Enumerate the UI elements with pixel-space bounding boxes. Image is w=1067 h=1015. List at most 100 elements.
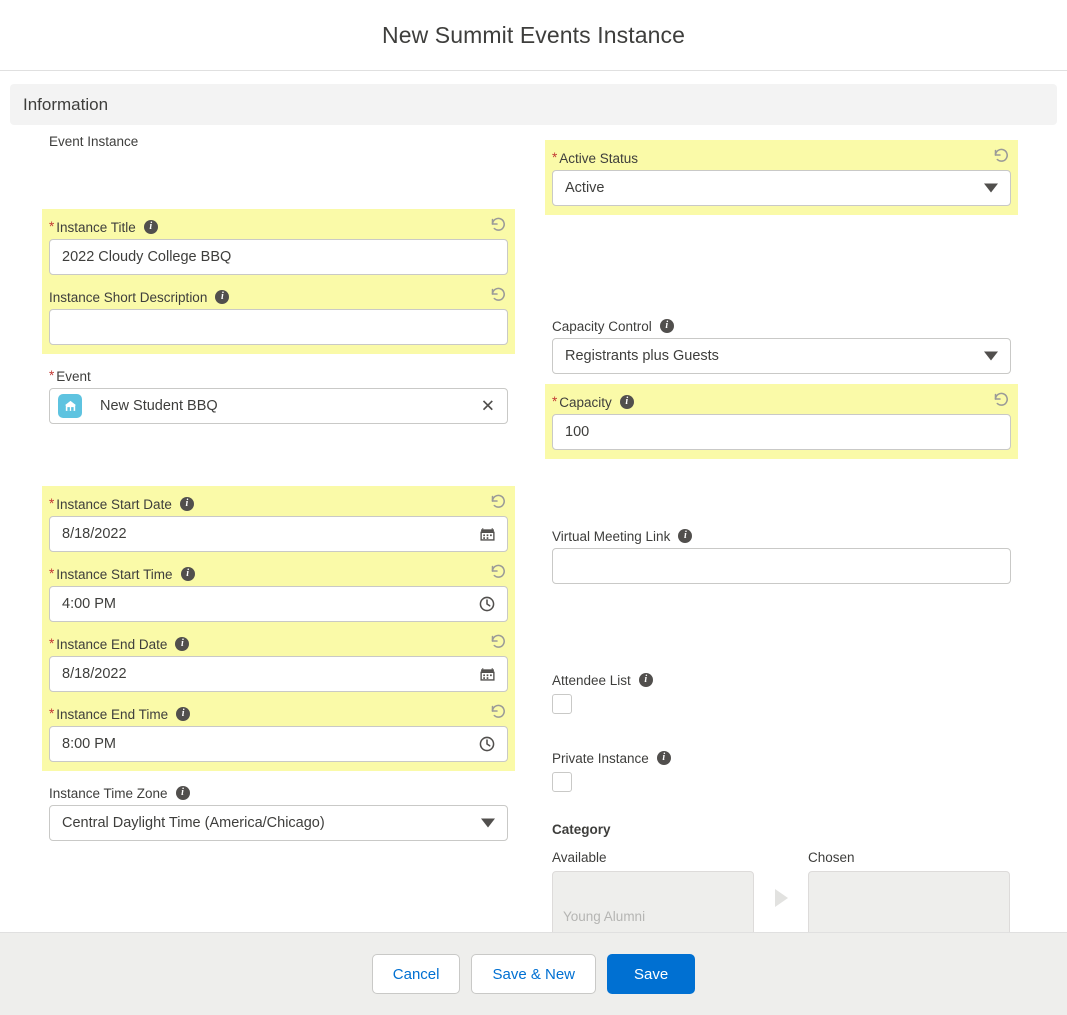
required-indicator: * (49, 566, 55, 582)
field-label: Capacity Control (552, 318, 652, 334)
info-icon[interactable]: i (175, 786, 190, 800)
field-label-row: * Event (49, 364, 508, 388)
clock-icon[interactable] (478, 595, 496, 613)
field-label: Event (56, 368, 91, 384)
info-icon[interactable]: i (656, 751, 671, 765)
field-label: Instance Start Time (56, 566, 173, 582)
field-label-row: Virtual Meeting Link i (552, 524, 1011, 548)
instance-start-time-value: 4:00 PM (62, 596, 116, 612)
private-instance-checkbox[interactable] (552, 772, 572, 792)
modal-footer: Cancel Save & New Save (0, 932, 1067, 1015)
close-icon[interactable]: ✕ (481, 398, 495, 415)
undo-icon[interactable] (488, 562, 506, 582)
field-label: Instance Start Date (56, 496, 172, 512)
info-icon[interactable]: i (215, 290, 230, 304)
capacity-control-select[interactable]: Registrants plus Guests (552, 338, 1011, 374)
field-label-row: Capacity Control i (552, 314, 1011, 338)
field-label-row: Attendee List i (552, 668, 1011, 692)
field-instance-end-time: * Instance End Time i 8:00 PM (42, 692, 515, 771)
field-label: Private Instance (552, 750, 649, 766)
capacity-input[interactable]: 100 (552, 414, 1011, 450)
undo-icon[interactable] (488, 215, 506, 235)
instance-start-date-input[interactable]: 8/18/2022 (49, 516, 508, 552)
event-lookup-input[interactable]: New Student BBQ ✕ (49, 388, 508, 424)
capacity-value: 100 (565, 424, 590, 440)
field-instance-title: * Instance Title i 2022 Cloudy College B… (42, 209, 515, 275)
virtual-meeting-link-input[interactable] (552, 548, 1011, 584)
calendar-icon[interactable] (479, 526, 496, 543)
section-header-information[interactable]: Information (10, 84, 1057, 125)
field-label-row: Instance Short Description i (49, 285, 508, 309)
required-indicator: * (49, 496, 55, 512)
instance-start-date-value: 8/18/2022 (62, 526, 127, 542)
instance-end-time-input[interactable]: 8:00 PM (49, 726, 508, 762)
highlight-group-dates-times: * Instance Start Date i 8/18/2022 * Inst… (42, 486, 515, 771)
info-icon[interactable]: i (619, 395, 634, 409)
info-icon[interactable]: i (180, 567, 195, 581)
required-indicator: * (49, 219, 55, 235)
field-instance-end-date: * Instance End Date i 8/18/2022 (42, 622, 515, 692)
required-indicator: * (49, 706, 55, 722)
instance-short-description-input[interactable] (49, 309, 508, 345)
arrow-right-icon[interactable] (774, 889, 788, 907)
undo-icon[interactable] (488, 632, 506, 652)
event-tent-icon (58, 394, 82, 418)
attendee-list-checkbox[interactable] (552, 694, 572, 714)
info-icon[interactable]: i (638, 673, 653, 687)
info-icon[interactable]: i (176, 707, 191, 721)
undo-icon[interactable] (991, 146, 1009, 166)
field-label: Instance Title (56, 219, 136, 235)
info-icon[interactable]: i (659, 319, 674, 333)
list-item[interactable]: Young Alumni (553, 906, 753, 927)
active-status-select[interactable]: Active (552, 170, 1011, 206)
info-icon[interactable]: i (143, 220, 158, 234)
available-label: Available (552, 850, 607, 865)
save-button[interactable]: Save (607, 954, 696, 994)
field-label-row: Private Instance i (552, 746, 1011, 770)
undo-icon[interactable] (991, 390, 1009, 410)
instance-time-zone-select[interactable]: Central Daylight Time (America/Chicago) (49, 805, 508, 841)
instance-time-zone-value: Central Daylight Time (America/Chicago) (62, 815, 325, 831)
clock-icon[interactable] (478, 735, 496, 753)
field-active-status: * Active Status Active (545, 140, 1018, 215)
field-label-row: * Instance Start Date i (49, 492, 508, 516)
field-virtual-meeting-link: Virtual Meeting Link i (545, 524, 1018, 584)
highlight-group-title-description: * Instance Title i 2022 Cloudy College B… (42, 209, 515, 354)
info-icon[interactable]: i (179, 497, 194, 511)
field-capacity: * Capacity i 100 (545, 384, 1018, 459)
field-label: Instance Time Zone (49, 785, 168, 801)
instance-title-value: 2022 Cloudy College BBQ (62, 249, 232, 265)
chosen-label: Chosen (808, 850, 855, 865)
undo-icon[interactable] (488, 285, 506, 305)
instance-title-input[interactable]: 2022 Cloudy College BBQ (49, 239, 508, 275)
save-and-new-button[interactable]: Save & New (471, 954, 597, 994)
required-indicator: * (49, 368, 55, 384)
info-icon[interactable]: i (678, 529, 693, 543)
instance-end-date-input[interactable]: 8/18/2022 (49, 656, 508, 692)
required-indicator: * (552, 394, 558, 410)
instance-start-time-input[interactable]: 4:00 PM (49, 586, 508, 622)
required-indicator: * (49, 636, 55, 652)
undo-icon[interactable] (488, 492, 506, 512)
info-icon[interactable]: i (175, 637, 190, 651)
instance-end-date-value: 8/18/2022 (62, 666, 127, 682)
form-column-left: Event Instance * Instance Title i 2022 C… (42, 125, 515, 841)
highlight-group-active-status: * Active Status Active (545, 140, 1018, 215)
calendar-icon[interactable] (479, 666, 496, 683)
cancel-button[interactable]: Cancel (371, 954, 461, 994)
field-label-row: * Instance End Time i (49, 702, 508, 726)
section-header-label: Information (23, 94, 109, 114)
new-summit-events-instance-modal: New Summit Events Instance Information E… (0, 0, 1067, 1015)
event-lookup-value: New Student BBQ (100, 398, 218, 414)
undo-icon[interactable] (488, 702, 506, 722)
active-status-value: Active (565, 180, 605, 196)
field-label: Attendee List (552, 672, 631, 688)
field-label-row: Instance Time Zone i (49, 781, 508, 805)
field-label-row: * Instance Start Time i (49, 562, 508, 586)
field-attendee-list: Attendee List i (545, 668, 1018, 714)
